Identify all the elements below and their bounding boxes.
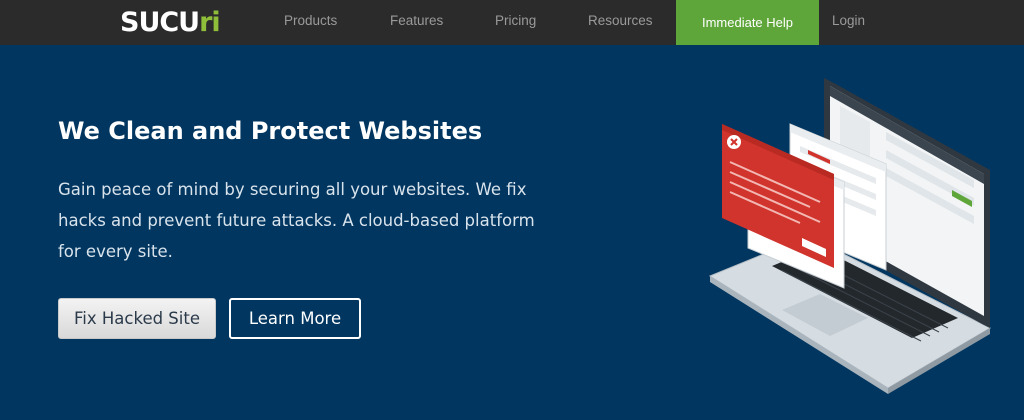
immediate-help-button[interactable]: Immediate Help <box>676 0 819 45</box>
nav-item-login[interactable]: Login <box>832 0 865 45</box>
nav-item-products[interactable]: Products <box>284 0 337 45</box>
nav-item-resources[interactable]: Resources <box>588 0 653 45</box>
hero-description: Gain peace of mind by securing all your … <box>58 180 535 261</box>
hero-title: We Clean and Protect Websites <box>58 117 483 145</box>
logo-text: SUCU <box>120 6 200 38</box>
nav-item-features[interactable]: Features <box>390 0 443 45</box>
logo-text-accent: ri <box>199 6 221 38</box>
top-navigation: SUCU ri Products Features Pricing Resourc… <box>0 0 1024 45</box>
fix-hacked-site-button[interactable]: Fix Hacked Site <box>58 298 216 339</box>
sucuri-logo[interactable]: SUCU ri <box>120 6 224 38</box>
learn-more-button[interactable]: Learn More <box>229 298 361 339</box>
laptop-dashboard-illustration <box>708 78 992 394</box>
nav-item-pricing[interactable]: Pricing <box>495 0 536 45</box>
